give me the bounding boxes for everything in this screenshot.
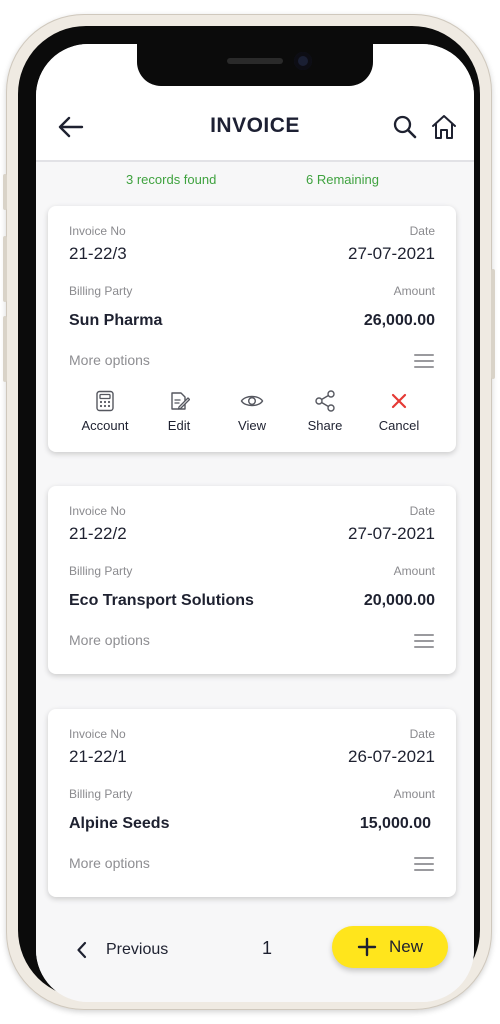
invoice-no-label: Invoice No <box>69 504 126 518</box>
billing-party-value: Alpine Seeds <box>69 815 170 832</box>
side-button-right <box>491 269 495 379</box>
page-number: 1 <box>262 938 273 958</box>
invoice-card[interactable]: Invoice No Date 21-22/3 27-07-2021 Billi… <box>48 206 456 452</box>
share-button[interactable]: Share <box>290 390 360 433</box>
date-value: 26-07-2021 <box>348 747 435 766</box>
hamburger-menu-icon[interactable] <box>414 354 434 368</box>
account-label: Account <box>81 418 129 433</box>
date-label: Date <box>409 224 435 238</box>
date-value: 27-07-2021 <box>348 244 435 263</box>
invoice-no-value: 21-22/2 <box>69 524 127 543</box>
date-label: Date <box>409 727 435 741</box>
new-invoice-button[interactable]: New <box>332 926 448 968</box>
previous-button[interactable]: Previous <box>76 938 168 962</box>
hamburger-menu-icon[interactable] <box>414 634 434 648</box>
status-row: 3 records found 6 Remaining <box>36 170 474 192</box>
app-screen: INVOICE 3 records found 6 Remaining Invo… <box>36 44 474 1002</box>
more-options-link[interactable]: More options <box>69 352 150 368</box>
amount-label: Amount <box>393 284 435 298</box>
bottom-bar: Previous 1 New <box>36 914 474 1002</box>
phone-frame: INVOICE 3 records found 6 Remaining Invo… <box>3 14 495 1010</box>
invoice-no-value: 21-22/3 <box>69 244 127 263</box>
date-value: 27-07-2021 <box>348 524 435 543</box>
billing-party-label: Billing Party <box>69 284 133 298</box>
invoice-no-label: Invoice No <box>69 727 126 741</box>
previous-label: Previous <box>106 941 169 958</box>
camera <box>294 52 312 70</box>
eye-icon <box>240 395 264 407</box>
invoice-no-value: 21-22/1 <box>69 747 127 766</box>
side-button-left-2 <box>3 236 7 302</box>
hamburger-menu-icon[interactable] <box>414 857 434 871</box>
billing-party-label: Billing Party <box>69 787 133 801</box>
cancel-label: Cancel <box>378 418 420 433</box>
amount-label: Amount <box>393 787 435 801</box>
notch <box>137 44 373 86</box>
view-button[interactable]: View <box>217 390 287 433</box>
records-found-text: 3 records found <box>126 172 217 187</box>
amount-label: Amount <box>393 564 435 578</box>
close-icon <box>391 393 407 409</box>
edit-icon <box>171 392 190 410</box>
invoice-card[interactable]: Invoice No Date 21-22/2 27-07-2021 Billi… <box>48 486 456 674</box>
amount-value: 20,000.00 <box>363 592 435 609</box>
plus-icon <box>357 937 377 957</box>
share-label: Share <box>307 418 343 433</box>
more-options-link[interactable]: More options <box>69 632 150 648</box>
billing-party-value: Sun Pharma <box>69 312 163 329</box>
edit-label: Edit <box>167 418 191 433</box>
date-label: Date <box>409 504 435 518</box>
new-label: New <box>388 937 423 956</box>
share-icon <box>315 390 335 412</box>
amount-value: 15,000.00 <box>359 815 431 832</box>
edit-button[interactable]: Edit <box>144 390 214 433</box>
calculator-icon <box>96 390 114 412</box>
billing-party-value: Eco Transport Solutions <box>69 592 254 609</box>
search-icon <box>393 115 417 139</box>
side-button-left-1 <box>3 174 7 210</box>
more-options-link[interactable]: More options <box>69 855 150 871</box>
invoice-no-label: Invoice No <box>69 224 126 238</box>
home-button[interactable] <box>430 113 458 141</box>
billing-party-label: Billing Party <box>69 564 133 578</box>
remaining-text: 6 Remaining <box>306 172 379 187</box>
invoice-card[interactable]: Invoice No Date 21-22/1 26-07-2021 Billi… <box>48 709 456 897</box>
search-button[interactable] <box>392 114 418 140</box>
account-button[interactable]: Account <box>70 390 140 433</box>
cancel-button[interactable]: Cancel <box>364 390 434 433</box>
view-label: View <box>238 418 266 433</box>
speaker <box>227 58 283 64</box>
amount-value: 26,000.00 <box>363 312 435 329</box>
chevron-left-icon <box>77 941 87 959</box>
side-button-left-3 <box>3 316 7 382</box>
home-icon <box>432 115 456 139</box>
